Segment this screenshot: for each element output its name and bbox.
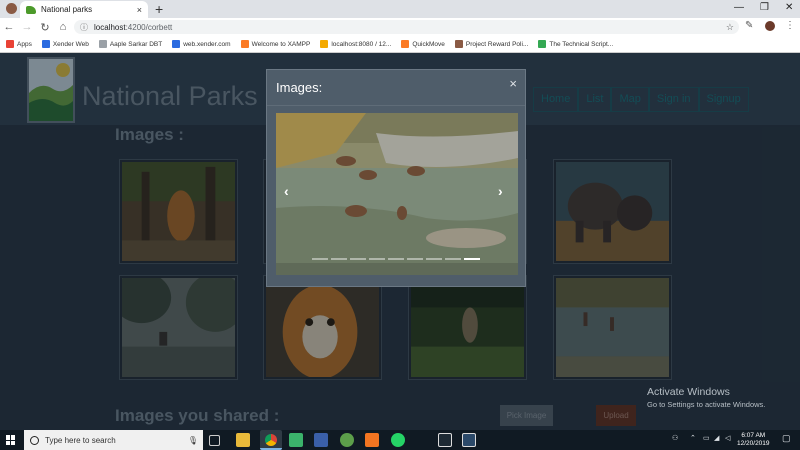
windows-taskbar: Type here to search 🎙 ⚇ ⌃ ▭ ◢ ◁ 6:07 AM … bbox=[0, 430, 800, 450]
bookmark-item[interactable]: The Technical Script... bbox=[538, 40, 613, 48]
watermark-line1: Activate Windows bbox=[647, 386, 730, 398]
bookmark-label: web.xender.com bbox=[183, 40, 231, 48]
microphone-icon[interactable]: 🎙 bbox=[188, 436, 198, 445]
cortana-icon bbox=[30, 435, 39, 445]
bookmark-label: The Technical Script... bbox=[549, 40, 614, 48]
bookmark-label: Apps bbox=[17, 40, 32, 48]
xampp-taskbar-icon[interactable] bbox=[365, 433, 379, 447]
carousel-prev-icon[interactable]: ‹ bbox=[284, 183, 289, 199]
carousel-indicator[interactable] bbox=[350, 258, 366, 260]
modal-header: Images: bbox=[267, 70, 525, 106]
maximize-icon[interactable]: ❐ bbox=[760, 2, 769, 13]
whatsapp-icon[interactable] bbox=[391, 433, 405, 447]
activate-windows-watermark: Activate Windows Go to Settings to activ… bbox=[647, 386, 765, 409]
bookmark-item[interactable]: Welcome to XAMPP bbox=[240, 40, 311, 48]
task-view-icon[interactable] bbox=[209, 435, 220, 446]
tab-strip: National parks × + — ❐ ✕ bbox=[0, 0, 800, 18]
windows-start-icon[interactable] bbox=[6, 435, 16, 445]
bookmarks-bar: Apps Xender Web Aaple Sarkar DBT web.xender… bbox=[0, 36, 800, 53]
bookmark-item[interactable]: Xender Web bbox=[41, 40, 89, 48]
new-tab-button[interactable]: + bbox=[155, 1, 163, 17]
bookmark-item[interactable]: Aaple Sarkar DBT bbox=[98, 40, 163, 48]
bookmark-label: localhost:8080 / 12... bbox=[331, 40, 392, 48]
battery-icon[interactable]: ▭ bbox=[703, 434, 710, 442]
profile-menu-icon[interactable] bbox=[6, 3, 17, 14]
file-explorer-icon[interactable] bbox=[236, 433, 250, 447]
chevron-up-icon[interactable]: ⌃ bbox=[690, 434, 696, 442]
reload-icon[interactable]: ↻ bbox=[36, 21, 54, 34]
toolbar: ← → ↻ ⌂ ⓘ localhost:4200/corbett ☆ bbox=[0, 18, 800, 36]
watermark-line2: Go to Settings to activate Windows. bbox=[647, 400, 766, 409]
tab-close-icon[interactable]: × bbox=[137, 5, 142, 15]
home-icon[interactable]: ⌂ bbox=[54, 21, 72, 33]
bookmark-label: Aaple Sarkar DBT bbox=[109, 40, 163, 48]
xender-icon bbox=[172, 40, 181, 48]
bookmark-label: Xender Web bbox=[52, 40, 89, 48]
clock-time: 6:07 AM bbox=[741, 432, 766, 439]
modal-close-button[interactable]: × bbox=[509, 76, 517, 91]
carousel-indicator[interactable] bbox=[426, 258, 442, 260]
notification-icon[interactable]: ▢ bbox=[782, 433, 791, 444]
notepad-plus-icon[interactable] bbox=[289, 433, 303, 447]
carousel-indicator[interactable] bbox=[331, 258, 347, 260]
bookmark-label: Project Reward Poli... bbox=[465, 40, 529, 48]
carousel-indicator[interactable] bbox=[407, 258, 423, 260]
web-page: National Parks o Home List Map Sign in Signu… bbox=[0, 53, 800, 430]
xampp-icon bbox=[240, 40, 249, 48]
carousel-indicator[interactable] bbox=[369, 258, 385, 260]
carousel-slide-image bbox=[276, 113, 518, 275]
extension-icon[interactable]: ✎ bbox=[745, 20, 753, 31]
volume-icon[interactable]: ◁ bbox=[725, 434, 730, 442]
bookmark-label: QuickMove bbox=[412, 40, 445, 48]
taskbar-search[interactable]: Type here to search 🎙 bbox=[24, 430, 203, 450]
menu-dots-icon[interactable]: ⋮ bbox=[785, 20, 795, 31]
bookmark-item[interactable]: localhost:8080 / 12... bbox=[320, 40, 391, 48]
chrome-taskbar-icon[interactable] bbox=[260, 430, 282, 450]
carousel-indicators bbox=[312, 258, 483, 260]
apps-grid-icon bbox=[6, 40, 14, 48]
tab-title: National parks bbox=[41, 5, 93, 14]
browser-tab[interactable]: National parks × bbox=[20, 1, 148, 18]
technical-icon bbox=[538, 40, 547, 48]
address-bar[interactable]: ⓘ localhost:4200/corbett ☆ bbox=[74, 20, 739, 34]
search-placeholder: Type here to search bbox=[45, 435, 116, 445]
carousel-next-icon[interactable]: › bbox=[498, 183, 503, 199]
bookmark-item[interactable]: QuickMove bbox=[401, 40, 445, 48]
vs-code-icon[interactable] bbox=[314, 433, 328, 447]
bookmark-star-icon[interactable]: ☆ bbox=[726, 22, 734, 33]
bookmark-item[interactable]: Apps bbox=[6, 40, 32, 48]
clock-date: 12/20/2019 bbox=[737, 440, 770, 447]
carousel-indicator[interactable] bbox=[464, 258, 480, 260]
doc-icon bbox=[454, 40, 463, 48]
park-favicon-icon bbox=[26, 5, 36, 14]
phpmyadmin-icon bbox=[320, 40, 329, 48]
taskbar-clock[interactable]: 6:07 AM 12/20/2019 bbox=[737, 432, 770, 448]
people-icon[interactable]: ⚇ bbox=[672, 434, 678, 442]
images-modal: Images: × ‹ › bbox=[266, 69, 526, 287]
carousel-indicator[interactable] bbox=[312, 258, 328, 260]
bookmark-item[interactable]: web.xender.com bbox=[172, 40, 231, 48]
bookmark-item[interactable]: Project Reward Poli... bbox=[454, 40, 529, 48]
quickmove-icon bbox=[401, 40, 410, 48]
modal-title: Images: bbox=[276, 80, 323, 95]
carousel-indicator[interactable] bbox=[388, 258, 404, 260]
minimize-icon[interactable]: — bbox=[734, 2, 744, 13]
carousel-indicator[interactable] bbox=[445, 258, 461, 260]
url-path: :4200/corbett bbox=[125, 22, 173, 32]
android-studio-icon[interactable] bbox=[340, 433, 354, 447]
bookmark-label: Welcome to XAMPP bbox=[251, 40, 311, 48]
doc-icon bbox=[98, 40, 107, 48]
avatar[interactable] bbox=[765, 21, 775, 31]
xender-icon bbox=[41, 40, 50, 48]
back-arrow-icon[interactable]: ← bbox=[0, 21, 18, 33]
photos-icon[interactable] bbox=[462, 433, 476, 447]
network-icon[interactable]: ◢ bbox=[714, 434, 719, 442]
url-host: localhost bbox=[94, 22, 126, 32]
window-close-icon[interactable]: ✕ bbox=[785, 2, 793, 13]
terminal-icon[interactable] bbox=[438, 433, 452, 447]
image-carousel: ‹ › bbox=[276, 113, 518, 275]
forward-arrow-icon[interactable]: → bbox=[18, 21, 36, 33]
info-icon[interactable]: ⓘ bbox=[80, 22, 88, 33]
